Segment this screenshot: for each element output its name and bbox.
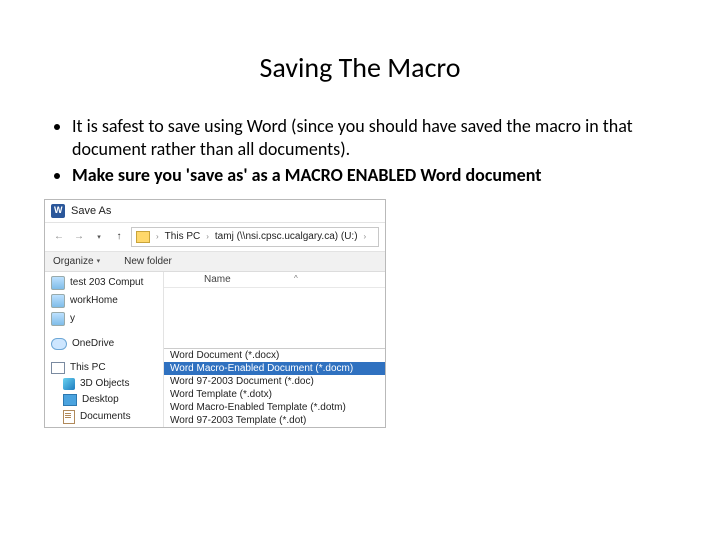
address-bar: ← → ▾ ↑ › This PC › tamj (\\nsi.cpsc.uca… [45,223,385,252]
folder-icon [136,231,150,243]
bullet-list: It is safest to save using Word (since y… [50,115,670,187]
filetype-option[interactable]: Word 97-2003 Document (*.doc) [164,375,385,388]
documents-icon [63,410,75,424]
filetype-option[interactable]: Word Macro-Enabled Template (*.dotm) [164,401,385,414]
path-box[interactable]: › This PC › tamj (\\nsi.cpsc.ucalgary.ca… [131,227,379,247]
new-folder-button[interactable]: New folder [124,256,172,267]
save-as-dialog: Save As ← → ▾ ↑ › This PC › tamj (\\nsi.… [44,199,386,428]
nav-quick-item[interactable]: test 203 Comput [49,274,159,292]
breadcrumb-folder[interactable]: tamj (\\nsi.cpsc.ucalgary.ca) (U:) [215,231,358,242]
organize-label: Organize [53,256,94,267]
nav-label: OneDrive [72,338,114,349]
nav-label: This PC [70,362,106,373]
filetype-option[interactable]: Word Template (*.dotx) [164,388,385,401]
forward-button[interactable]: → [71,229,87,245]
nav-downloads[interactable]: Downloads [61,426,159,427]
back-button[interactable]: ← [51,229,67,245]
breadcrumb-root[interactable]: This PC [165,231,201,242]
3d-objects-icon [63,378,75,390]
pc-icon [51,362,65,374]
dialog-toolbar: Organize ▾ New folder [45,252,385,272]
bullet-1: It is safest to save using Word (since y… [72,115,670,160]
nav-3d-objects[interactable]: 3D Objects [61,376,159,392]
slide: Saving The Macro It is safest to save us… [0,0,720,428]
nav-label: 3D Objects [80,378,129,389]
organize-button[interactable]: Organize ▾ [53,256,100,267]
filetype-dropdown-list[interactable]: Word Document (*.docx) Word Macro-Enable… [164,348,385,427]
pinned-icon [51,312,65,326]
filetype-option-selected[interactable]: Word Macro-Enabled Document (*.docm) [164,362,385,375]
nav-label: workHome [70,295,118,306]
nav-this-pc[interactable]: This PC [49,360,159,376]
bullet-2: Make sure you 'save as' as a MACRO ENABL… [72,164,670,187]
slide-title: Saving The Macro [50,50,670,85]
filetype-option[interactable]: Word 97-2003 Template (*.dot) [164,414,385,427]
dropdown-icon: ▾ [97,257,101,265]
nav-label: Documents [80,411,131,422]
pinned-icon [51,294,65,308]
dialog-titlebar: Save As [45,200,385,223]
nav-desktop[interactable]: Desktop [61,392,159,408]
new-folder-label: New folder [124,256,172,267]
recent-dropdown[interactable]: ▾ [91,229,107,245]
nav-tree[interactable]: test 203 Comput workHome y OneDrive This… [45,272,164,427]
dialog-body: test 203 Comput workHome y OneDrive This… [45,272,385,427]
column-header-name[interactable]: Name [164,272,385,288]
breadcrumb-sep: › [206,232,209,241]
nav-label: y [70,313,75,324]
nav-quick-item[interactable]: workHome [49,292,159,310]
up-button[interactable]: ↑ [111,229,127,245]
nav-label: Desktop [82,394,119,405]
nav-label: test 203 Comput [70,277,143,288]
dialog-main: Name Word Document (*.docx) Word Macro-E… [164,272,385,427]
nav-onedrive[interactable]: OneDrive [49,336,159,352]
pinned-icon [51,276,65,290]
nav-documents[interactable]: Documents [61,408,159,426]
cloud-icon [51,338,67,350]
breadcrumb-sep: › [156,232,159,241]
desktop-icon [63,394,77,406]
filetype-option[interactable]: Word Document (*.docx) [164,349,385,362]
breadcrumb-sep: › [364,232,367,241]
nav-quick-item[interactable]: y [49,310,159,328]
word-icon [51,204,65,218]
dialog-title: Save As [71,205,111,217]
